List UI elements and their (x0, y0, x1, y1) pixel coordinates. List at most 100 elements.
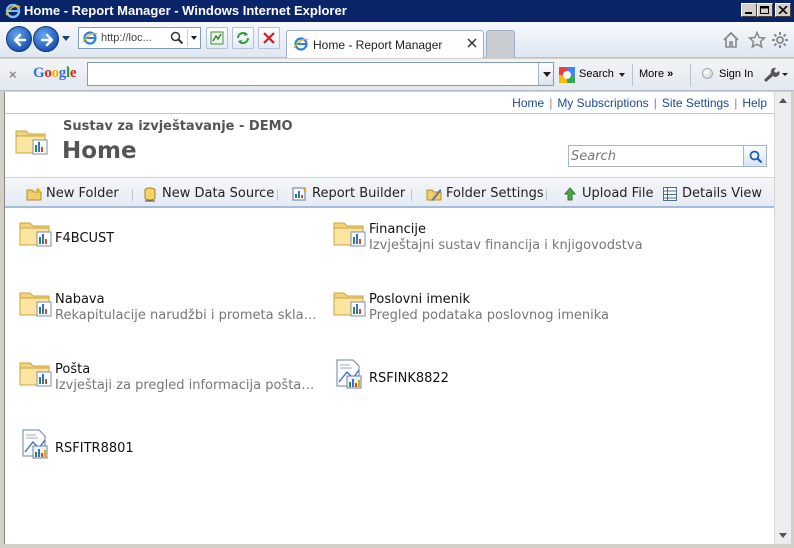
tools-gear-icon[interactable] (771, 31, 789, 49)
close-window-button[interactable] (775, 3, 791, 17)
chevron-down-icon (619, 73, 625, 77)
details-view-icon (663, 187, 677, 201)
folder-icon (19, 222, 52, 247)
google-search-button[interactable]: Search (559, 65, 629, 85)
item-name[interactable]: RSFINK8822 (369, 371, 449, 386)
home-icon[interactable] (722, 31, 740, 49)
report-builder-label: Report Builder (312, 186, 406, 201)
window-bottom-edge (0, 544, 794, 548)
list-item-folder[interactable]: F4BCUST (19, 218, 319, 262)
address-dropdown-button[interactable] (187, 29, 200, 47)
report-icon (336, 359, 362, 389)
item-name[interactable]: Poslovni imenik (369, 292, 470, 307)
favorites-star-icon[interactable] (748, 31, 766, 49)
stop-button[interactable] (258, 27, 280, 49)
list-item-report[interactable]: RSFITR8801 (19, 428, 319, 472)
upload-file-icon (563, 187, 577, 201)
link-help[interactable]: Help (742, 96, 767, 110)
search-input[interactable] (571, 148, 741, 165)
forward-arrow-icon (40, 33, 54, 47)
folder-icon (333, 222, 366, 247)
ie-page-icon (82, 31, 98, 45)
double-chevron-icon: » (667, 68, 674, 80)
minimize-button[interactable] (741, 3, 757, 17)
list-item-folder[interactable]: Nabava Rekapitulacije narudžbi i prometa… (19, 288, 320, 332)
link-site-settings[interactable]: Site Settings (662, 96, 729, 110)
toolbar-divider (132, 189, 133, 201)
wrench-settings-icon[interactable] (762, 66, 788, 82)
recent-pages-dropdown[interactable] (62, 36, 70, 41)
page-viewport: Home | My Subscriptions | Site Settings | Help… (4, 92, 774, 544)
item-name[interactable]: Financije (369, 222, 426, 237)
minimize-icon (745, 12, 752, 14)
google-logo-letter: o (44, 65, 52, 81)
compatibility-view-button[interactable] (206, 27, 228, 49)
google-logo: Google (33, 65, 77, 82)
new-data-source-icon (144, 187, 156, 202)
google-search-input[interactable] (87, 62, 554, 86)
new-folder-label: New Folder (46, 186, 119, 201)
toolbar-divider (632, 64, 633, 86)
google-logo-letter: e (69, 65, 77, 81)
search-button[interactable] (743, 145, 767, 167)
search-icon (170, 31, 184, 45)
scroll-down-button[interactable] (776, 528, 791, 543)
vertical-scrollbar[interactable] (774, 92, 791, 544)
more-button[interactable]: More » (639, 68, 673, 80)
new-tab-button[interactable] (486, 30, 515, 58)
google-logo-letter: o (51, 65, 60, 81)
divider (5, 113, 774, 114)
link-home[interactable]: Home (512, 96, 544, 110)
folder-settings-icon (426, 189, 442, 201)
stop-icon (263, 32, 275, 44)
search-box[interactable] (568, 145, 744, 167)
item-name[interactable]: RSFITR8801 (55, 441, 134, 456)
page-title: Home (62, 138, 137, 164)
close-toolbar-icon[interactable]: × (9, 67, 17, 82)
window-title-bar: Home - Report Manager - Windows Internet… (0, 0, 794, 22)
signin-status-icon (702, 68, 713, 79)
toolbar-divider (546, 189, 547, 201)
browser-navigation-bar: http://loc... Home - Report Manager (0, 22, 794, 58)
compatibility-view-icon (210, 31, 224, 45)
item-description: Rekapitulacije narudžbi i prometa skladi… (55, 308, 320, 323)
browser-tab-active[interactable]: Home - Report Manager (286, 30, 484, 58)
maximize-icon (760, 6, 769, 14)
link-my-subscriptions[interactable]: My Subscriptions (557, 96, 648, 110)
forward-button[interactable] (33, 26, 59, 52)
refresh-button[interactable] (232, 27, 254, 49)
close-tab-icon[interactable] (467, 38, 477, 48)
site-subtitle: Sustav za izvještavanje - DEMO (63, 119, 293, 134)
list-item-folder[interactable]: Poslovni imenik Pregled podataka poslovn… (333, 288, 633, 332)
more-label: More (639, 68, 665, 80)
item-name[interactable]: Pošta (55, 362, 90, 377)
google-g-icon (559, 67, 575, 83)
item-name[interactable]: F4BCUST (55, 231, 114, 246)
address-bar[interactable]: http://loc... (78, 27, 201, 49)
report-icon (22, 429, 48, 459)
folder-icon (15, 130, 48, 155)
address-url: http://loc... (101, 32, 152, 44)
list-item-folder[interactable]: Pošta Izvještaji za pregled informacija … (19, 358, 319, 402)
new-data-source-label: New Data Source (162, 186, 275, 201)
toolbar-divider (277, 189, 278, 201)
report-builder-icon (292, 187, 307, 201)
details-view-label: Details View (682, 186, 763, 201)
item-description: Izvještaji za pregled informacija poštan… (55, 378, 315, 393)
item-name[interactable]: Nabava (55, 292, 105, 307)
list-item-folder[interactable]: Financije Izvještajni sustav financija i… (333, 218, 643, 262)
google-toolbar: × Google Search More » Sign In (0, 59, 794, 91)
maximize-button[interactable] (757, 3, 773, 17)
upload-file-label: Upload File (582, 186, 654, 201)
google-logo-letter: G (33, 65, 45, 81)
google-search-dropdown[interactable] (538, 63, 553, 85)
toolbar-divider (690, 64, 691, 86)
list-item-report[interactable]: RSFINK8822 (333, 358, 633, 402)
folder-settings-label: Folder Settings (446, 186, 544, 201)
sign-in-button[interactable]: Sign In (719, 68, 753, 80)
scroll-up-button[interactable] (776, 93, 791, 108)
close-icon (778, 6, 788, 14)
command-toolbar: New Folder New Data Source Report Builde… (5, 177, 774, 208)
back-button[interactable] (6, 26, 32, 52)
back-arrow-icon (13, 33, 27, 47)
